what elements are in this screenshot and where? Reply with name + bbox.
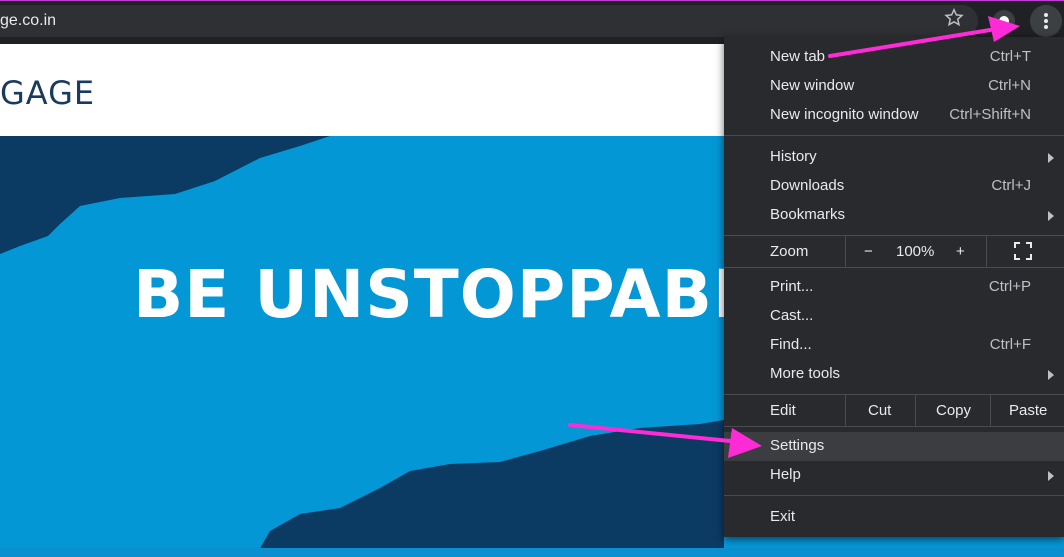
profile-icon[interactable]	[992, 9, 1016, 33]
menu-item-label: New incognito window	[770, 106, 919, 123]
zoom-out-button[interactable]: −	[864, 243, 873, 260]
zoom-level: 100%	[896, 243, 935, 260]
edit-label: Edit	[770, 402, 796, 419]
menu-divider	[724, 495, 1064, 496]
menu-item-shortcut: Ctrl+Shift+N	[949, 106, 1031, 123]
edit-divider	[845, 395, 846, 426]
menu-item-find[interactable]: Find... Ctrl+F	[724, 331, 1064, 360]
cut-button[interactable]: Cut	[868, 402, 891, 419]
menu-item-label: New window	[770, 77, 855, 94]
menu-item-print[interactable]: Print... Ctrl+P	[724, 273, 1064, 302]
chrome-menu: New tab Ctrl+T New window Ctrl+N New inc…	[724, 37, 1064, 537]
menu-item-label: Exit	[770, 508, 796, 525]
menu-item-new-incognito-window[interactable]: New incognito window Ctrl+Shift+N	[724, 101, 1064, 130]
menu-item-history[interactable]: History	[724, 143, 1064, 172]
menu-item-new-window[interactable]: New window Ctrl+N	[724, 72, 1064, 101]
menu-item-shortcut: Ctrl+N	[988, 77, 1031, 94]
submenu-arrow-icon	[1048, 211, 1054, 221]
menu-item-label: Cast...	[770, 307, 814, 324]
zoom-divider	[845, 236, 846, 267]
menu-item-label: History	[770, 148, 817, 165]
menu-divider	[724, 135, 1064, 136]
menu-item-exit[interactable]: Exit	[724, 503, 1064, 532]
zoom-in-button[interactable]: +	[956, 243, 965, 260]
menu-divider	[724, 426, 1064, 427]
hero-headline: BE UNSTOPPABLE	[133, 256, 803, 333]
menu-row-edit: Edit Cut Copy Paste	[724, 395, 1064, 426]
menu-item-label: More tools	[770, 365, 841, 382]
menu-item-label: New tab	[770, 48, 826, 65]
menu-item-label: Help	[770, 466, 801, 483]
menu-item-shortcut: Ctrl+J	[991, 177, 1031, 194]
edit-divider	[915, 395, 916, 426]
menu-item-shortcut: Ctrl+F	[989, 336, 1031, 353]
menu-row-zoom: Zoom − 100% +	[724, 236, 1064, 267]
bookmark-star-icon[interactable]	[943, 7, 965, 29]
menu-item-label: Bookmarks	[770, 206, 846, 223]
chrome-menu-button[interactable]	[1030, 5, 1062, 37]
menu-item-label: Settings	[770, 437, 825, 454]
browser-toolbar: ge.co.in	[0, 0, 1064, 40]
menu-item-bookmarks[interactable]: Bookmarks	[724, 201, 1064, 230]
page-bottom-strip	[0, 548, 1064, 557]
more-vertical-icon	[1044, 13, 1048, 29]
zoom-label: Zoom	[770, 243, 809, 260]
url-text[interactable]: ge.co.in	[0, 12, 56, 30]
copy-button[interactable]: Copy	[936, 402, 971, 419]
fullscreen-icon[interactable]	[1014, 242, 1032, 264]
menu-item-settings[interactable]: Settings	[724, 432, 1064, 461]
submenu-arrow-icon	[1048, 471, 1054, 481]
submenu-arrow-icon	[1048, 370, 1054, 380]
menu-item-label: Downloads	[770, 177, 845, 194]
site-logo[interactable]: GAGE	[0, 74, 95, 112]
paste-button[interactable]: Paste	[1009, 402, 1047, 419]
menu-divider	[724, 267, 1064, 268]
menu-item-help[interactable]: Help	[724, 461, 1064, 490]
menu-item-label: Find...	[770, 336, 812, 353]
menu-item-shortcut: Ctrl+P	[988, 278, 1031, 295]
menu-item-cast[interactable]: Cast...	[724, 302, 1064, 331]
address-bar[interactable]: ge.co.in	[0, 5, 978, 37]
menu-item-downloads[interactable]: Downloads Ctrl+J	[724, 172, 1064, 201]
edit-divider	[990, 395, 991, 426]
submenu-arrow-icon	[1048, 153, 1054, 163]
menu-item-new-tab[interactable]: New tab Ctrl+T	[724, 43, 1064, 72]
menu-item-more-tools[interactable]: More tools	[724, 360, 1064, 389]
menu-item-label: Print...	[770, 278, 814, 295]
menu-item-shortcut: Ctrl+T	[989, 48, 1031, 65]
zoom-divider	[986, 236, 987, 267]
